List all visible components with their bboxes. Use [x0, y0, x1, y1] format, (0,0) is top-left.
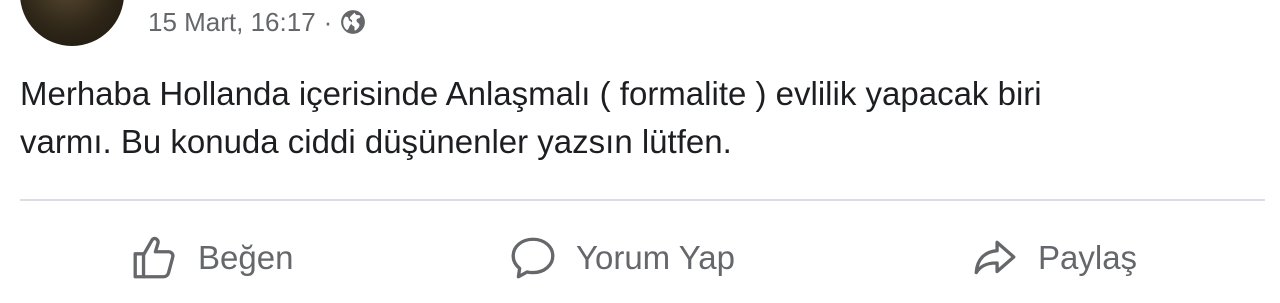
author-avatar[interactable]	[20, 0, 124, 46]
comment-label: Yorum Yap	[576, 239, 736, 276]
thumbs-up-icon	[133, 236, 175, 279]
globe-icon[interactable]	[340, 9, 366, 35]
share-label: Paylaş	[1038, 239, 1138, 276]
post-card: 15 Mart, 16:17 · Merhaba Hollanda içeris…	[0, 0, 1280, 303]
actions-divider	[20, 199, 1265, 201]
post-actions-bar: Beğen Yorum Yap Paylaş	[0, 220, 1280, 296]
post-timestamp[interactable]: 15 Mart, 16:17	[148, 7, 316, 38]
post-meta: 15 Mart, 16:17 ·	[148, 4, 366, 40]
post-body-text: Merhaba Hollanda içerisinde Anlaşmalı ( …	[20, 75, 1042, 160]
share-button[interactable]: Paylaş	[970, 220, 1137, 296]
share-arrow-icon	[974, 240, 1016, 275]
like-label: Beğen	[198, 239, 294, 276]
meta-separator: ·	[323, 6, 333, 37]
speech-bubble-icon	[511, 237, 555, 279]
comment-button[interactable]: Yorum Yap	[508, 220, 735, 296]
like-button[interactable]: Beğen	[130, 220, 293, 296]
